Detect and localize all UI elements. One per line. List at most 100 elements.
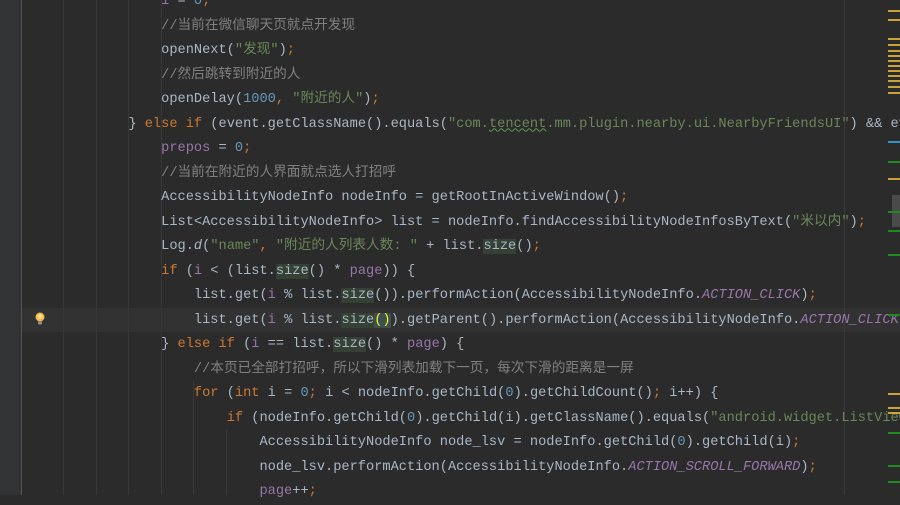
code-token-plain: < (list. [202, 263, 276, 279]
warning-marker[interactable] [888, 178, 900, 180]
change-marker[interactable] [888, 254, 900, 256]
code-token-kw: ; [857, 214, 866, 230]
warning-marker[interactable] [888, 19, 900, 21]
code-line[interactable]: //当前在微信聊天页就点开发现 [30, 15, 900, 40]
code-line[interactable]: node_lsv.performAction(AccessibilityNode… [30, 456, 900, 481]
warning-marker[interactable] [888, 60, 900, 62]
code-token-fld: page [349, 263, 383, 279]
code-token-hl: size [275, 263, 309, 279]
code-token-num: 0 [406, 410, 416, 426]
code-line[interactable]: if (nodeInfo.getChild(0).getChild(i).get… [30, 407, 900, 432]
code-token-plain: Log. [30, 239, 194, 254]
code-token-kw: ; [308, 484, 317, 499]
code-token-hl: size [341, 288, 375, 303]
warning-marker[interactable] [888, 38, 900, 40]
code-token-hl: size [333, 337, 367, 352]
warning-marker[interactable] [888, 10, 900, 12]
code-token-plain: = [210, 141, 235, 156]
code-token-plain: () [516, 239, 533, 254]
code-token-num: 1000 [243, 92, 276, 107]
code-token-fld: i [267, 312, 276, 328]
code-token-kw: if [226, 410, 244, 426]
change-marker[interactable] [888, 432, 900, 434]
code-editor[interactable]: i = 0; //当前在微信聊天页就点开发现 openNext("发现"); /… [30, 0, 900, 505]
code-token-kw: int [234, 386, 260, 401]
change-marker[interactable] [888, 465, 900, 467]
code-token-fld: prepos [161, 141, 211, 156]
warning-marker[interactable] [888, 407, 900, 409]
code-line[interactable]: page++; [30, 480, 900, 505]
code-line[interactable]: List<AccessibilityNodeInfo> list = nodeI… [30, 211, 900, 236]
warning-marker[interactable] [888, 393, 900, 395]
warning-marker[interactable] [888, 75, 900, 77]
code-line[interactable]: prepos = 0; [30, 137, 900, 162]
code-token-st: ACTION_CLICK [800, 312, 899, 328]
code-token-plain: ( [218, 386, 235, 401]
code-token-plain: list.get( [30, 288, 268, 303]
code-token-plain: node_lsv.performAction(AccessibilityNode… [30, 459, 629, 475]
code-token-plain: ++ [292, 484, 309, 499]
code-line[interactable]: openNext("发现"); [30, 39, 900, 64]
warning-marker[interactable] [888, 86, 900, 88]
code-token-cmt: //本页已全部打招呼，所以下滑列表加载下一页，每次下滑的距离是一屏 [193, 361, 634, 377]
code-token-bm: () [374, 312, 391, 328]
code-token-plain: ()).performAction(AccessibilityNodeInfo. [374, 288, 703, 303]
code-token-plain: + list. [417, 239, 484, 254]
warning-marker[interactable] [888, 412, 900, 414]
info-marker[interactable] [888, 141, 900, 143]
code-token-hl: size [341, 312, 375, 328]
code-token-plain: i < nodeInfo.getChild( [325, 386, 506, 401]
change-marker[interactable] [888, 161, 900, 163]
code-line[interactable]: } else if (i == list.size() * page) { [30, 333, 900, 358]
code-token-kw: ; [792, 435, 801, 450]
warning-marker[interactable] [888, 70, 900, 72]
change-marker[interactable] [888, 481, 900, 483]
code-token-cmt: //然后跳转到附近的人 [161, 67, 301, 83]
warning-marker[interactable] [888, 55, 900, 57]
code-line[interactable]: i = 0; [30, 0, 900, 15]
code-token-kw: ; [620, 190, 629, 205]
code-token-plain: (nodeInfo.getChild( [243, 410, 407, 426]
code-token-plain: = [169, 0, 194, 9]
code-line[interactable]: openDelay(1000, "附近的人"); [30, 88, 900, 113]
code-token-plain: ( [177, 263, 194, 279]
warning-marker[interactable] [888, 65, 900, 67]
code-token-fld: i [193, 263, 203, 279]
warning-marker[interactable] [888, 80, 900, 82]
warning-marker[interactable] [888, 92, 900, 94]
code-token-kw: else if [177, 337, 235, 352]
code-line[interactable]: AccessibilityNodeInfo node_lsv = nodeInf… [30, 431, 900, 456]
code-token-plain: i = [259, 386, 301, 401]
code-token-num: 0 [677, 435, 686, 450]
code-token-hl: size [483, 239, 517, 254]
code-token-kw: for [193, 386, 219, 401]
code-token-cmt: //当前在附近的人界面就点选人打招呼 [161, 165, 397, 181]
code-line[interactable]: if (i < (list.size() * page)) { [30, 260, 900, 285]
code-token-fld: page [259, 484, 293, 499]
code-token-str: "附近的人" [292, 92, 364, 107]
change-marker[interactable] [888, 230, 900, 232]
code-token-kw: , [259, 239, 276, 254]
change-marker[interactable] [888, 211, 900, 213]
code-token-kw: , [275, 92, 293, 107]
code-line[interactable]: Log.d("name", "附近的人列表人数: " + list.size()… [30, 235, 900, 260]
code-token-cmt: //当前在微信聊天页就点开发现 [161, 18, 356, 34]
code-line[interactable]: AccessibilityNodeInfo nodeInfo = getRoot… [30, 186, 900, 211]
code-line[interactable]: for (int i = 0; i < nodeInfo.getChild(0)… [30, 382, 900, 407]
warning-marker[interactable] [888, 50, 900, 52]
code-token-kw: ; [371, 92, 380, 107]
code-line[interactable]: list.get(i % list.size()).performAction(… [30, 284, 900, 309]
code-line[interactable]: } else if (event.getClassName().equals("… [30, 113, 900, 138]
code-line[interactable]: //然后跳转到附近的人 [30, 64, 900, 89]
code-token-st: ACTION_CLICK [702, 288, 801, 303]
code-line[interactable]: //当前在附近的人界面就点选人打招呼 [30, 162, 900, 187]
code-line[interactable]: //本页已全部打招呼，所以下滑列表加载下一页，每次下滑的距离是一屏 [30, 358, 900, 383]
code-token-plain: ) [800, 459, 809, 475]
code-token-plain: ) [800, 288, 809, 303]
code-token-plain: % list. [275, 288, 342, 303]
warning-marker[interactable] [888, 44, 900, 46]
change-marker[interactable] [888, 314, 900, 316]
code-line[interactable]: list.get(i % list.size()).getParent().pe… [30, 309, 900, 334]
